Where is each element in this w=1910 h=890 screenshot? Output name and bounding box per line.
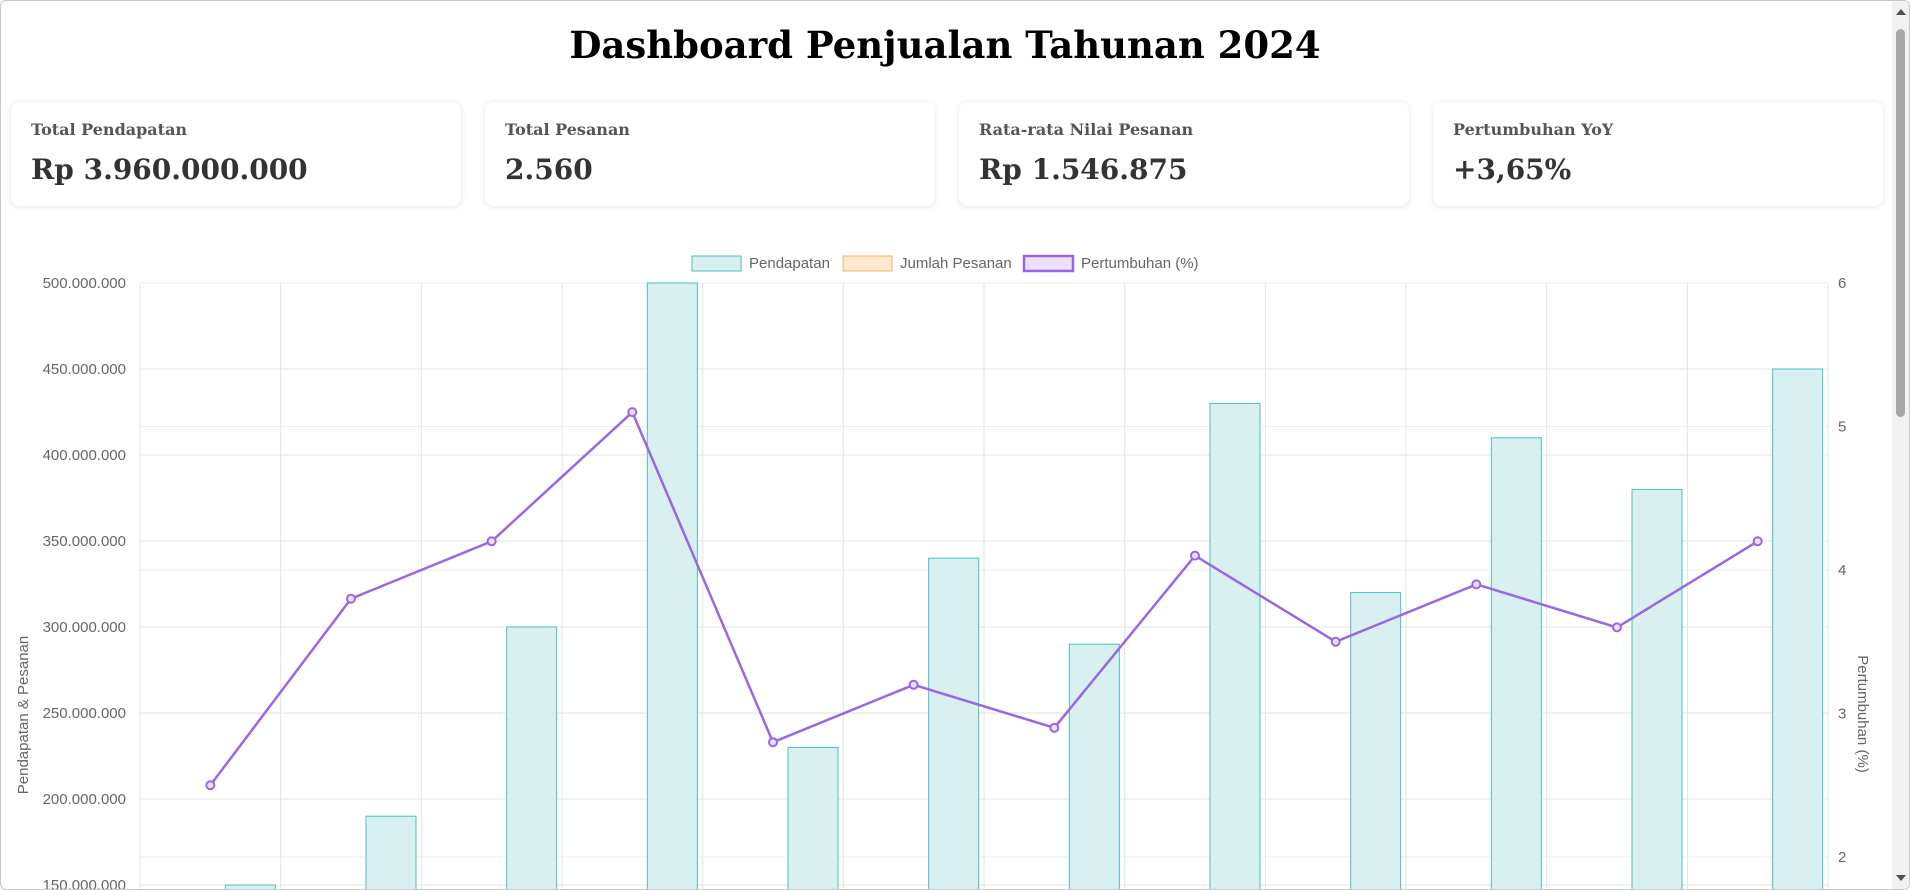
legend-swatch-1: [842, 255, 893, 272]
scrollbar-thumb[interactable]: [1896, 29, 1905, 417]
y2tick-label: 2: [1838, 849, 1846, 866]
ytick-label: 450.000.000: [43, 361, 126, 378]
bar-pendapatan-okt: [1490, 437, 1542, 889]
ytick-label: 300.000.000: [43, 619, 126, 636]
point-pertumbuhan-agu: [1190, 550, 1200, 561]
bar-pendapatan-feb: [365, 815, 417, 889]
point-pertumbuhan-sep: [1330, 636, 1341, 647]
ytick-label: 400.000.000: [43, 447, 126, 464]
point-pertumbuhan-apr: [627, 407, 638, 418]
bar-pendapatan-mar: [506, 626, 558, 889]
y2tick-label: 3: [1838, 706, 1846, 723]
card-total-pendapatan: Total Pendapatan Rp 3.960.000.000: [11, 102, 461, 206]
point-pertumbuhan-des: [1752, 536, 1763, 547]
ytick-label: 150.000.000: [43, 877, 126, 890]
bar-pendapatan-nov: [1631, 488, 1683, 889]
card-label: Total Pesanan: [505, 120, 630, 139]
ytick-label: 500.000.000: [43, 275, 126, 292]
card-value: Rp 1.546.875: [979, 153, 1188, 186]
card-value: 2.560: [505, 153, 593, 186]
point-pertumbuhan-okt: [1471, 579, 1482, 590]
scroll-down-arrow-icon[interactable]: [1896, 875, 1906, 881]
point-pertumbuhan-feb: [346, 593, 356, 604]
card-pertumbuhan-yoy: Pertumbuhan YoY +3,65%: [1433, 102, 1883, 206]
legend-label: Pendapatan: [749, 255, 830, 272]
bar-pendapatan-jan: [224, 884, 276, 889]
legend-label: Jumlah Pesanan: [900, 255, 1012, 272]
chart-grid: [139, 282, 1829, 889]
ytick-label: 200.000.000: [43, 791, 126, 808]
ytick-label: 250.000.000: [43, 705, 126, 722]
point-pertumbuhan-jun: [908, 679, 919, 690]
point-pertumbuhan-mei: [768, 737, 778, 748]
bar-pendapatan-mei: [787, 746, 839, 889]
card-value: +3,65%: [1453, 153, 1572, 186]
bar-pendapatan-des: [1772, 368, 1824, 889]
card-value: Rp 3.960.000.000: [31, 153, 308, 186]
bar-pendapatan-jun: [928, 557, 980, 889]
point-pertumbuhan-mar: [486, 536, 497, 547]
legend-swatch-2: [1022, 254, 1075, 273]
page-title: Dashboard Penjualan Tahunan 2024: [569, 23, 1321, 67]
bar-pendapatan-agu: [1209, 402, 1261, 889]
y2tick-label: 5: [1838, 419, 1846, 436]
ytick-label: 350.000.000: [43, 533, 126, 550]
card-total-pesanan: Total Pesanan 2.560: [485, 102, 935, 206]
sales-chart: 500.000.000 450.000.000 400.000.000 350.000…: [15, 254, 1871, 890]
point-pertumbuhan-jul: [1049, 722, 1060, 733]
bar-pendapatan-jul: [1068, 643, 1120, 889]
vertical-scrollbar[interactable]: [1892, 1, 1909, 889]
y2tick-label: 4: [1838, 562, 1846, 579]
dashboard-window: Dashboard Penjualan Tahunan 2024 Total P…: [0, 0, 1910, 890]
card-label: Pertumbuhan YoY: [1453, 120, 1614, 139]
y2-axis-title: Pertumbuhan (%): [1854, 655, 1871, 773]
point-pertumbuhan-nov: [1612, 622, 1622, 633]
scroll-up-arrow-icon[interactable]: [1896, 9, 1906, 15]
legend-label: Pertumbuhan (%): [1081, 255, 1199, 272]
card-label: Total Pendapatan: [31, 120, 188, 139]
card-label: Rata-rata Nilai Pesanan: [979, 120, 1194, 139]
bar-pendapatan-apr: [646, 282, 698, 889]
bar-pendapatan-sep: [1350, 592, 1402, 889]
legend-swatch-0: [691, 255, 742, 272]
y-axis-title: Pendapatan & Pesanan: [15, 636, 32, 794]
card-rata-rata-nilai-pesanan: Rata-rata Nilai Pesanan Rp 1.546.875: [959, 102, 1409, 206]
point-pertumbuhan-jan: [205, 780, 216, 791]
y2tick-label: 6: [1838, 275, 1846, 292]
chart-legend: Pendapatan Jumlah Pesanan Pertumbuhan (%): [691, 254, 1199, 273]
